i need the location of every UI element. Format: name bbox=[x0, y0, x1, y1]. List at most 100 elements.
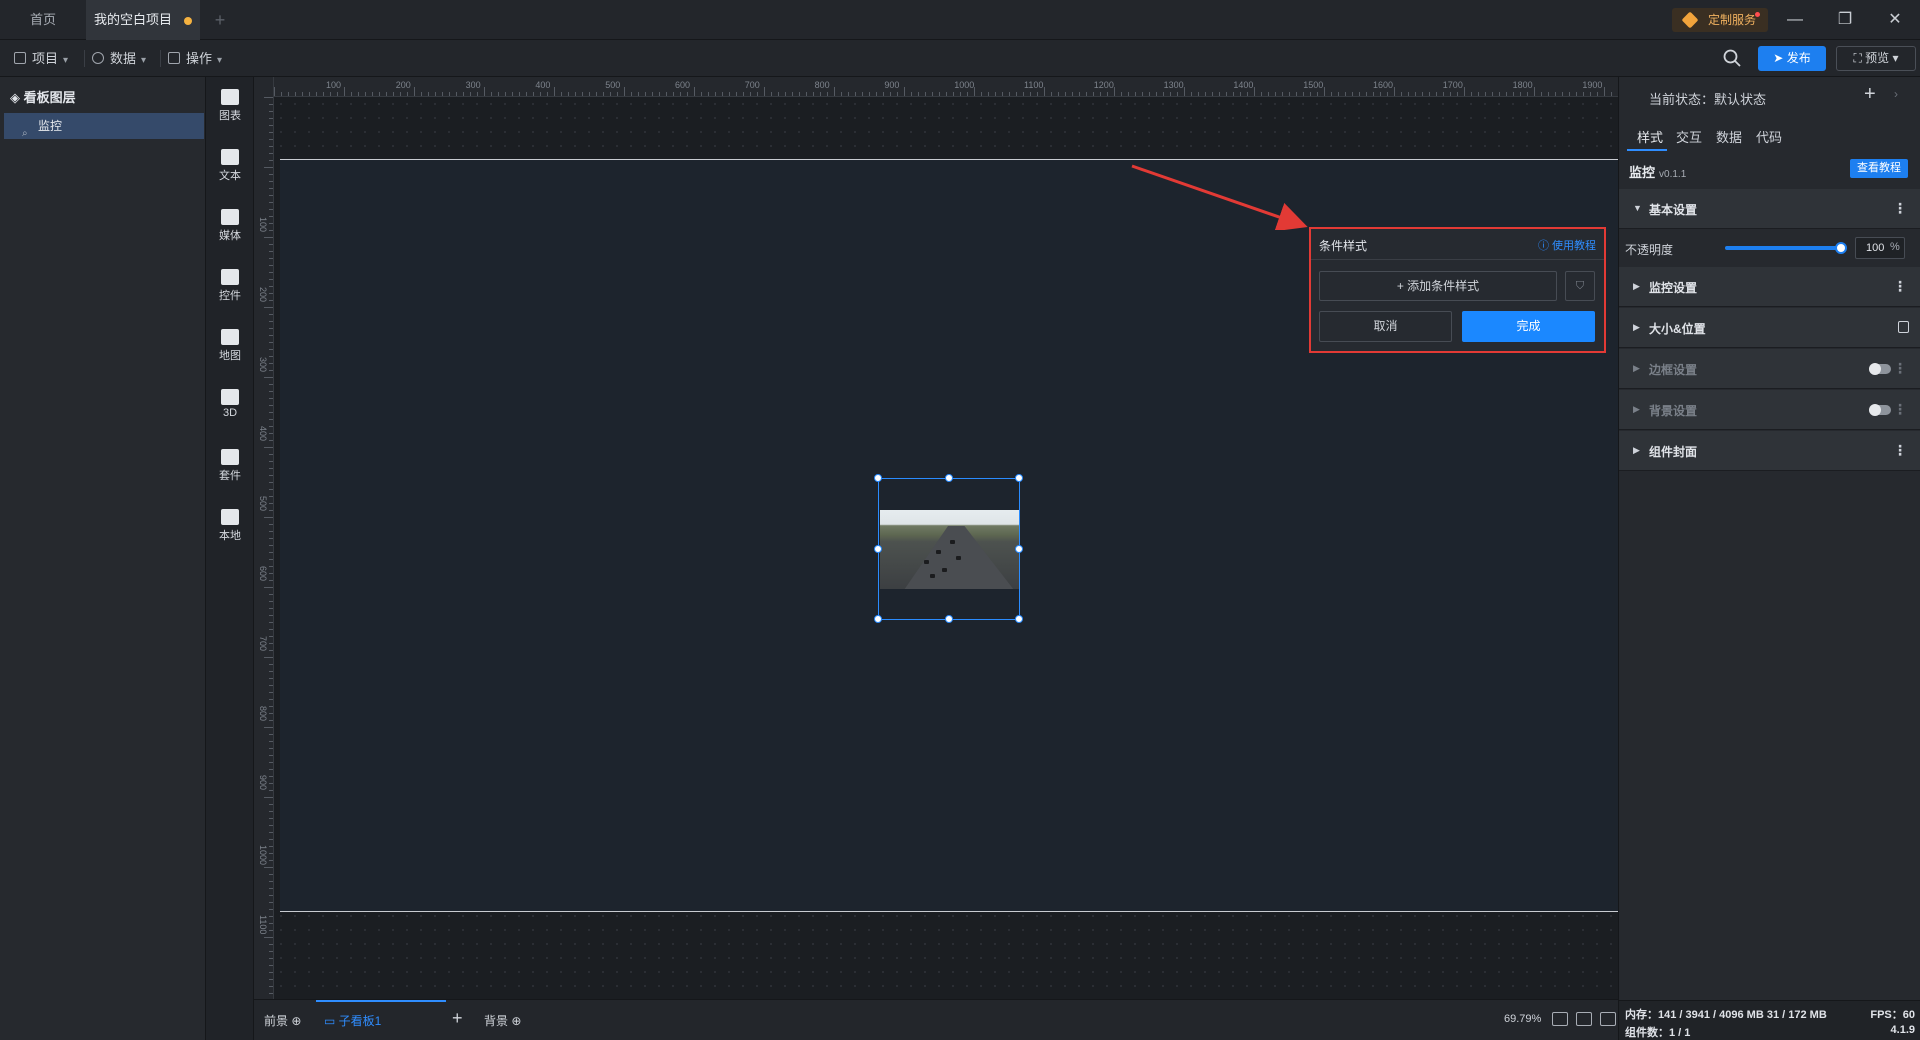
ruler-tick-label: 700 bbox=[744, 80, 760, 90]
ruler-tick bbox=[1009, 92, 1010, 96]
canvas-area[interactable]: 100 200 300 400 500 600 700 800 900 1000 1100 1200 1… bbox=[254, 77, 1618, 999]
ruler-tick bbox=[316, 92, 317, 96]
tab-interaction[interactable]: 交互 bbox=[1676, 127, 1702, 146]
fit-screen-icon[interactable] bbox=[1552, 1012, 1568, 1026]
tab-background[interactable]: 背景 ⊕ bbox=[484, 1012, 521, 1029]
ruler-tick bbox=[269, 622, 273, 623]
ruler-tick bbox=[269, 748, 273, 749]
search-icon[interactable] bbox=[1722, 48, 1742, 68]
resize-handle-s[interactable] bbox=[945, 615, 953, 623]
ruler-tick bbox=[269, 363, 273, 364]
add-subboard-button[interactable]: + bbox=[452, 1008, 463, 1029]
ruler-tick bbox=[269, 405, 273, 406]
ruler-tick bbox=[264, 517, 273, 518]
more-vertical-icon[interactable]: ⋮ bbox=[1893, 401, 1907, 418]
menu-operations[interactable]: 操作 ▾ bbox=[168, 40, 222, 77]
menu-data[interactable]: 数据 ▾ bbox=[92, 40, 146, 77]
more-vertical-icon[interactable]: ⋮ bbox=[1893, 442, 1907, 459]
tab-project[interactable]: 我的空白项目 bbox=[86, 0, 200, 40]
ruler-tick bbox=[1506, 92, 1507, 96]
section-monitor-settings[interactable]: ▶ 监控设置 ⋮ bbox=[1619, 267, 1920, 307]
section-basic-settings[interactable]: ▼ 基本设置 ⋮ bbox=[1619, 189, 1920, 229]
view-tutorial-button[interactable]: 查看教程 bbox=[1850, 159, 1908, 178]
cancel-button[interactable]: 取消 bbox=[1319, 311, 1452, 342]
done-button[interactable]: 完成 bbox=[1462, 311, 1595, 342]
ruler-tick bbox=[269, 209, 273, 210]
ruler-tick bbox=[1128, 92, 1129, 96]
ruler-tick-label: 200 bbox=[258, 286, 268, 302]
section-size-position[interactable]: ▶ 大小&位置 bbox=[1619, 308, 1920, 348]
ruler-tick bbox=[269, 153, 273, 154]
preview-button[interactable]: ⛶ 预览 ▾ bbox=[1836, 46, 1916, 71]
resize-handle-ne[interactable] bbox=[1015, 474, 1023, 482]
section-background-settings[interactable]: ▶ 背景设置 ⋮ bbox=[1619, 390, 1920, 430]
library-item-6[interactable]: 套件 bbox=[206, 449, 254, 483]
ruler-tick bbox=[1016, 92, 1017, 96]
tab-style[interactable]: 样式 bbox=[1637, 127, 1663, 146]
zoom-level[interactable]: 69.79% bbox=[1504, 1013, 1541, 1025]
publish-button[interactable]: ➤ 发布 bbox=[1758, 46, 1826, 71]
menu-project[interactable]: 项目 ▾ bbox=[14, 40, 68, 77]
library-item-5[interactable]: 3D bbox=[206, 389, 254, 419]
lock-icon[interactable] bbox=[1898, 321, 1909, 333]
ruler-tick bbox=[946, 92, 947, 96]
library-item-1[interactable]: 文本 bbox=[206, 149, 254, 183]
ruler-tick bbox=[269, 664, 273, 665]
add-state-button[interactable]: + bbox=[1864, 83, 1876, 106]
resize-handle-n[interactable] bbox=[945, 474, 953, 482]
resize-handle-se[interactable] bbox=[1015, 615, 1023, 623]
section-border-settings[interactable]: ▶ 边框设置 ⋮ bbox=[1619, 349, 1920, 389]
ruler-tick bbox=[904, 87, 905, 96]
ruler-tick bbox=[715, 92, 716, 96]
background-toggle[interactable] bbox=[1869, 404, 1891, 416]
component-version: v0.1.1 bbox=[1659, 169, 1687, 180]
add-condition-button[interactable]: + 添加条件样式 bbox=[1319, 271, 1557, 301]
library-item-2[interactable]: 媒体 bbox=[206, 209, 254, 243]
filter-icon[interactable]: ⛉ bbox=[1565, 271, 1595, 301]
resize-handle-sw[interactable] bbox=[874, 615, 882, 623]
resize-handle-e[interactable] bbox=[1015, 545, 1023, 553]
ruler-tick bbox=[568, 92, 569, 96]
ruler-tick bbox=[953, 92, 954, 96]
tab-foreground[interactable]: 前景 ⊕ bbox=[264, 1012, 301, 1029]
keyboard-icon[interactable] bbox=[1576, 1012, 1592, 1026]
library-item-7[interactable]: 本地 bbox=[206, 509, 254, 543]
tab-data[interactable]: 数据 bbox=[1716, 127, 1742, 146]
more-vertical-icon[interactable]: ⋮ bbox=[1893, 200, 1907, 217]
terminal-icon[interactable] bbox=[1600, 1012, 1616, 1026]
popup-title: 条件样式 bbox=[1319, 239, 1368, 253]
ruler-tick bbox=[264, 657, 273, 658]
more-vertical-icon[interactable]: ⋮ bbox=[1893, 360, 1907, 377]
maximize-button[interactable]: ❐ bbox=[1822, 0, 1868, 40]
tab-home[interactable]: 首页 bbox=[0, 0, 86, 40]
resize-handle-nw[interactable] bbox=[874, 474, 882, 482]
add-tab-button[interactable]: + bbox=[210, 10, 230, 30]
opacity-label: 不透明度 bbox=[1625, 243, 1674, 257]
ruler-tick bbox=[269, 433, 273, 434]
library-item-4[interactable]: 地图 bbox=[206, 329, 254, 363]
monitor-component[interactable] bbox=[874, 474, 1023, 623]
ruler-tick bbox=[269, 118, 273, 119]
library-item-3[interactable]: 控件 bbox=[206, 269, 254, 303]
ruler-tick bbox=[1576, 92, 1577, 96]
library-item-0[interactable]: 图表 bbox=[206, 89, 254, 123]
chevron-right-icon[interactable]: › bbox=[1894, 87, 1898, 101]
ruler-tick bbox=[269, 524, 273, 525]
custom-service-button[interactable]: 定制服务 bbox=[1672, 8, 1768, 32]
ruler-tick bbox=[269, 650, 273, 651]
minimize-button[interactable]: — bbox=[1772, 0, 1818, 40]
tab-subboard[interactable]: ▭ 子看板1 bbox=[324, 1012, 381, 1029]
opacity-slider-handle[interactable] bbox=[1835, 242, 1847, 254]
border-toggle[interactable] bbox=[1869, 363, 1891, 375]
ruler-tick bbox=[1569, 92, 1570, 96]
opacity-slider[interactable] bbox=[1725, 246, 1841, 250]
more-vertical-icon[interactable]: ⋮ bbox=[1893, 278, 1907, 295]
ruler-tick bbox=[680, 92, 681, 96]
section-component-cover[interactable]: ▶ 组件封面 ⋮ bbox=[1619, 431, 1920, 471]
tab-code[interactable]: 代码 bbox=[1756, 127, 1782, 146]
resize-handle-w[interactable] bbox=[874, 545, 882, 553]
layer-item[interactable]: ⌕ 监控 bbox=[4, 113, 204, 139]
popup-help-link[interactable]: ⓘ 使用教程 bbox=[1538, 237, 1596, 253]
ruler-tick bbox=[269, 993, 273, 994]
close-button[interactable]: ✕ bbox=[1872, 0, 1918, 40]
